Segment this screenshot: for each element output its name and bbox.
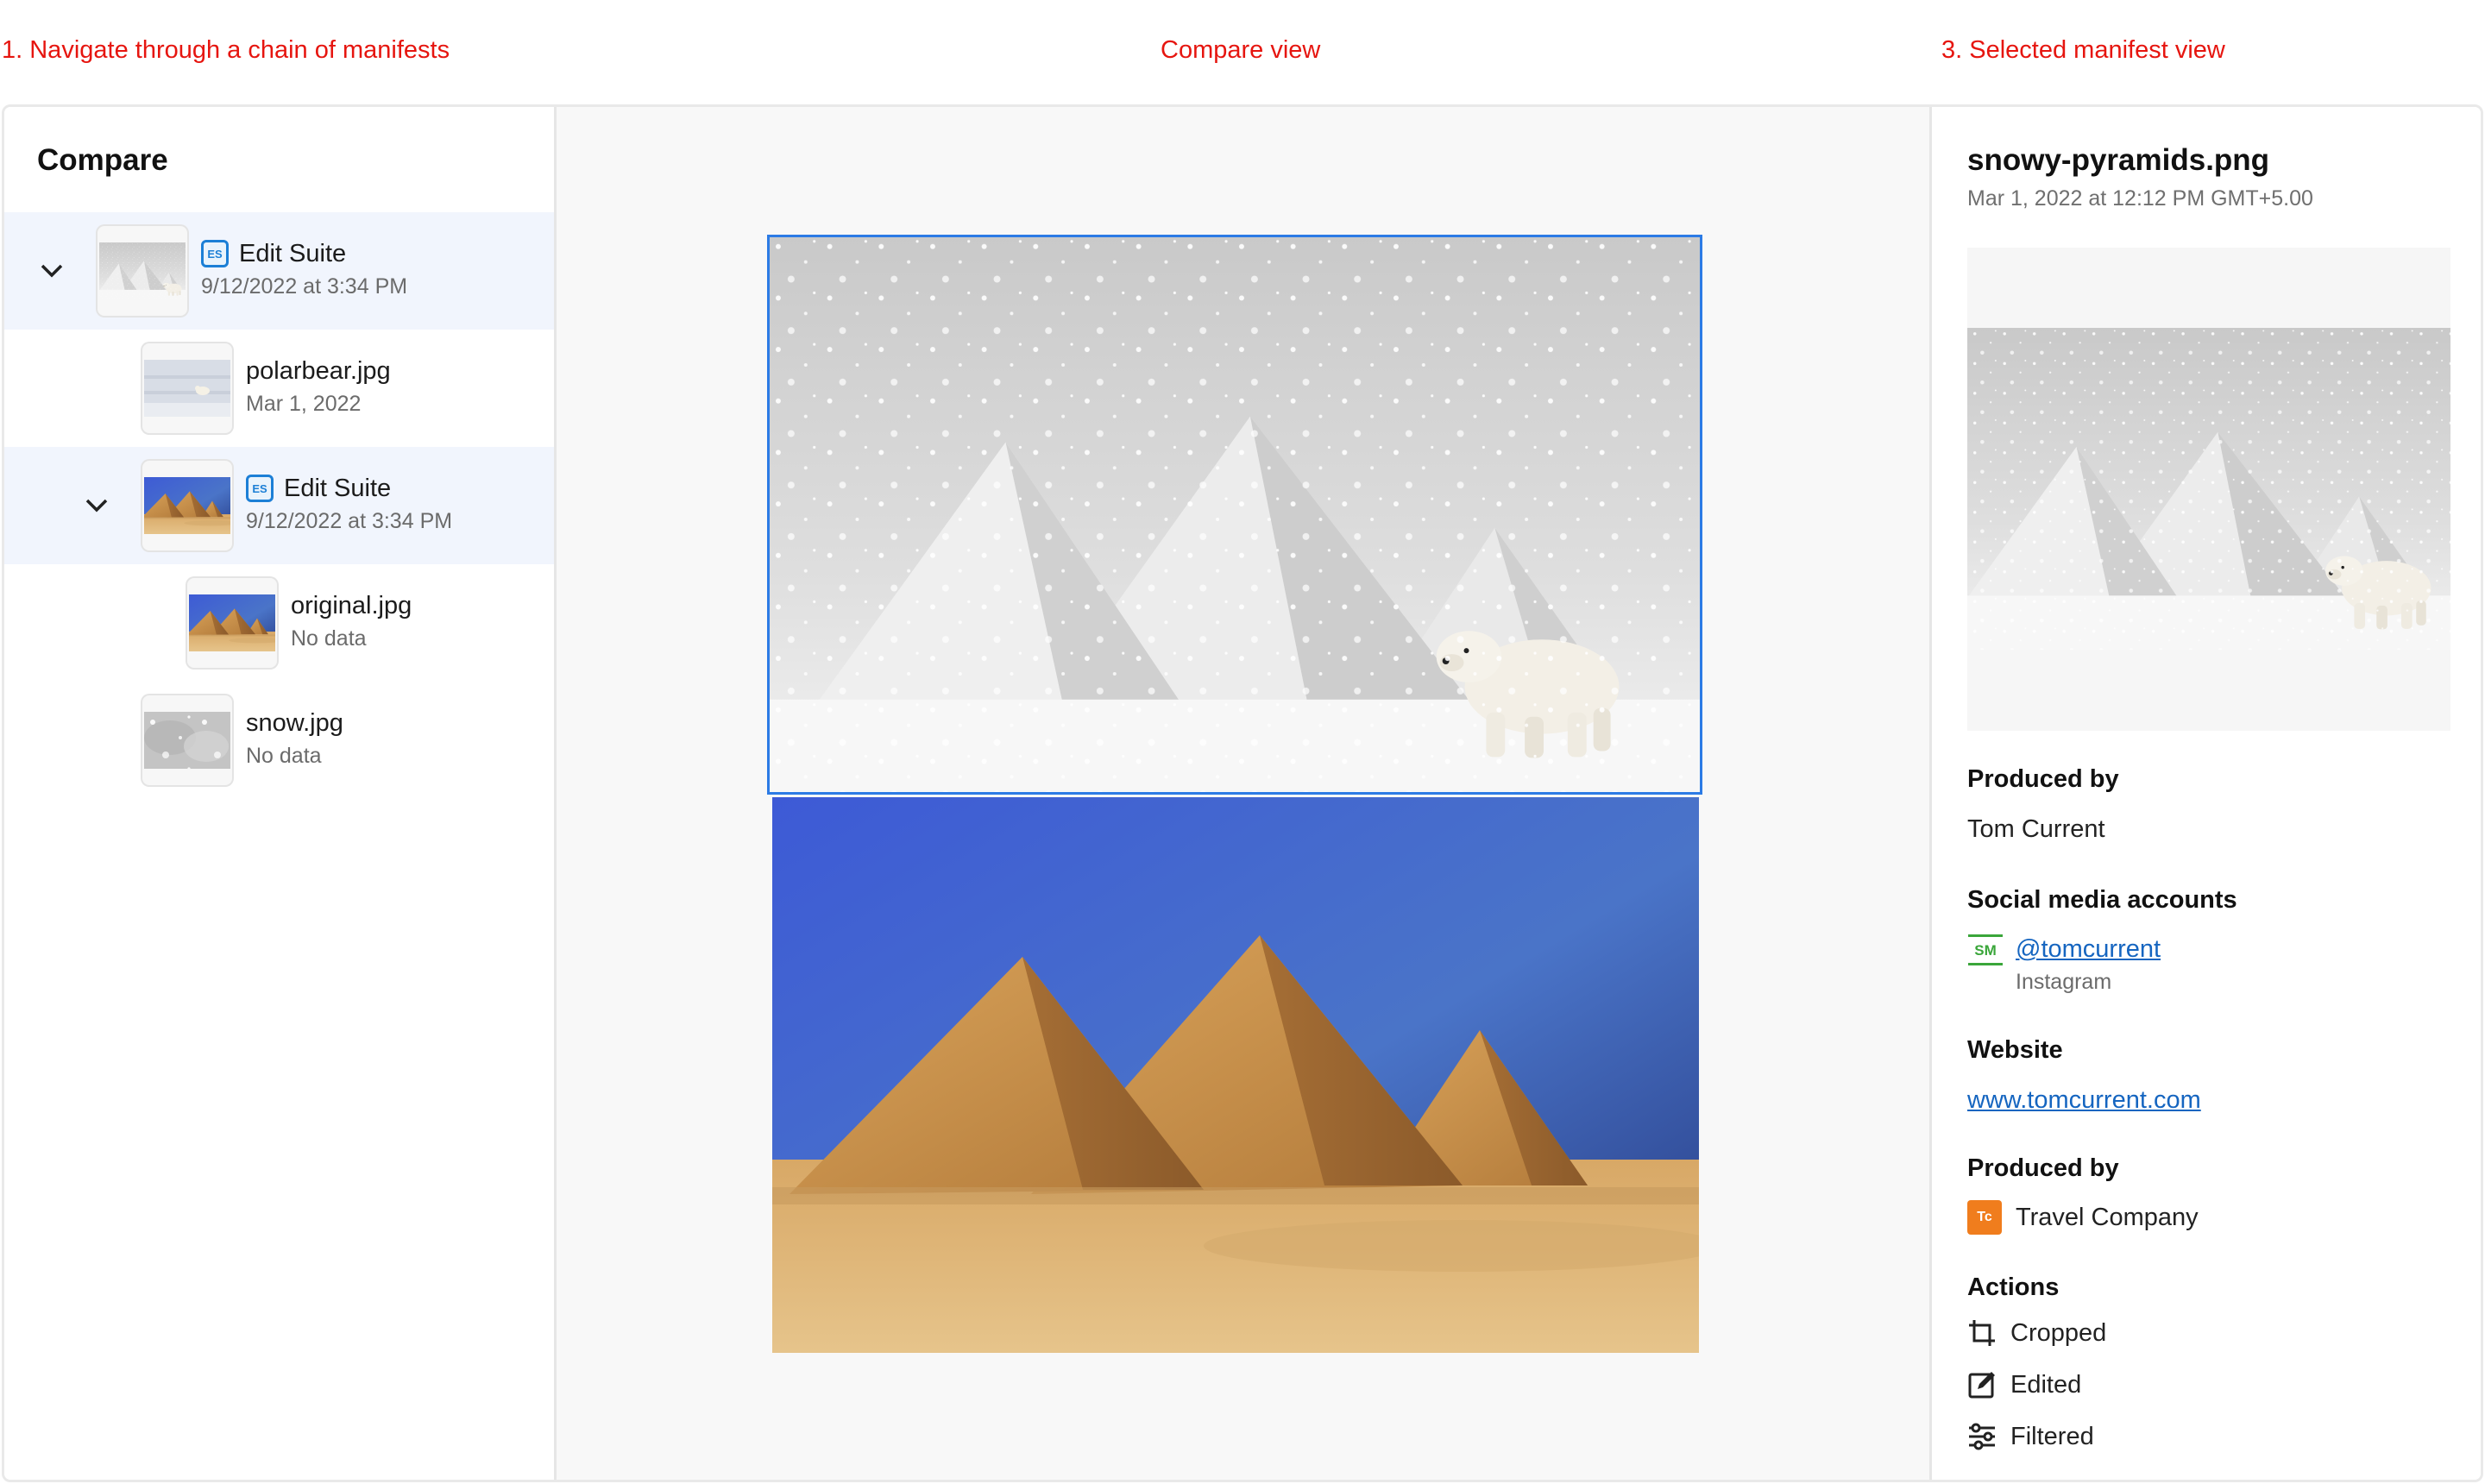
desert-pyramids-thumbnail [144,477,230,534]
panel-title: Compare [37,143,168,177]
action-filtered: Filtered [1967,1422,2094,1451]
caption-navigate: 1. Navigate through a chain of manifests [2,36,450,64]
tree-item-date: No data [291,626,367,651]
social-platform: Instagram [2016,970,2112,994]
polarbear-thumbnail [144,360,230,417]
tree-item-date: No data [246,744,322,768]
producer-name: Tom Current [1967,815,2105,843]
tree-item-date: 9/12/2022 at 3:34 PM [201,274,408,299]
manifest-detail-panel: snowy-pyramids.png Mar 1, 2022 at 12:12 … [1932,107,2481,1480]
tree-item-polarbear[interactable]: polarbear.jpg Mar 1, 2022 [4,330,554,447]
chevron-down-icon[interactable] [79,488,114,523]
social-accounts-heading: Social media accounts [1967,886,2237,914]
produced-by-heading-2: Produced by [1967,1154,2119,1182]
manifest-title: snowy-pyramids.png [1967,143,2270,177]
action-label: Filtered [2010,1422,2094,1450]
thumbnail [142,695,232,785]
compare-image-original[interactable] [772,797,1699,1353]
filter-sliders-icon [1969,1423,1995,1450]
social-badge-text: SM [1974,942,1997,959]
social-handle-link[interactable]: @tomcurrent [2016,935,2161,964]
edit-icon [1968,1372,1995,1399]
tree-item-label: original.jpg [291,591,412,619]
manifest-tree: ES Edit Suite 9/12/2022 at 3:34 PM polar… [4,212,554,799]
snow-thumbnail [144,712,230,769]
chevron-down-icon[interactable] [35,254,69,288]
compare-view-panel [557,107,1932,1480]
compare-image-selected[interactable] [767,235,1702,795]
edit-suite-icon: ES [246,475,274,502]
original-pyramids-thumbnail [189,594,275,651]
company-name: Travel Company [2016,1204,2199,1231]
tree-item-label: Edit Suite [284,474,392,502]
thumbnail [187,578,277,668]
caption-compare-view: Compare view [1161,36,1321,64]
website-link[interactable]: www.tomcurrent.com [1967,1086,2201,1115]
tree-item-original[interactable]: original.jpg No data [4,564,554,682]
tree-item-label: Edit Suite [239,239,347,267]
manifest-date: Mar 1, 2022 at 12:12 PM GMT+5.00 [1967,186,2313,211]
app-window: Compare ES Edit Suite 9/12/2022 at 3:34 … [2,104,2483,1482]
manifest-preview-image [1967,328,2450,650]
edit-suite-icon: ES [201,240,229,267]
tree-item-edit-suite-child[interactable]: ES Edit Suite 9/12/2022 at 3:34 PM [4,447,554,564]
manifest-preview [1967,248,2450,731]
crop-icon [1969,1320,1995,1346]
tree-item-snow[interactable]: snow.jpg No data [4,682,554,799]
action-label: Edited [2010,1370,2082,1399]
desert-pyramids-image [772,797,1699,1353]
snowy-pyramids-image [770,237,1700,792]
actions-heading: Actions [1967,1273,2060,1301]
tree-item-date: 9/12/2022 at 3:34 PM [246,509,453,533]
tree-item-label: polarbear.jpg [246,356,391,385]
travel-company-icon: Tc [1967,1200,2002,1235]
tree-item-label: snow.jpg [246,708,343,737]
produced-by-heading: Produced by [1967,765,2119,793]
manifest-tree-panel: Compare ES Edit Suite 9/12/2022 at 3:34 … [4,107,557,1480]
action-edited: Edited [1967,1370,2081,1399]
snowy-pyramids-thumbnail [99,242,186,299]
social-media-icon: SM [1967,934,2004,966]
website-heading: Website [1967,1036,2063,1064]
caption-selected-manifest: 3. Selected manifest view [1941,36,2225,64]
action-label: Cropped [2010,1318,2107,1347]
thumbnail [142,461,232,550]
tree-item-date: Mar 1, 2022 [246,392,362,416]
action-cropped: Cropped [1967,1318,2106,1348]
thumbnail [142,343,232,433]
tree-item-edit-suite-root[interactable]: ES Edit Suite 9/12/2022 at 3:34 PM [4,212,554,330]
thumbnail [98,226,187,316]
